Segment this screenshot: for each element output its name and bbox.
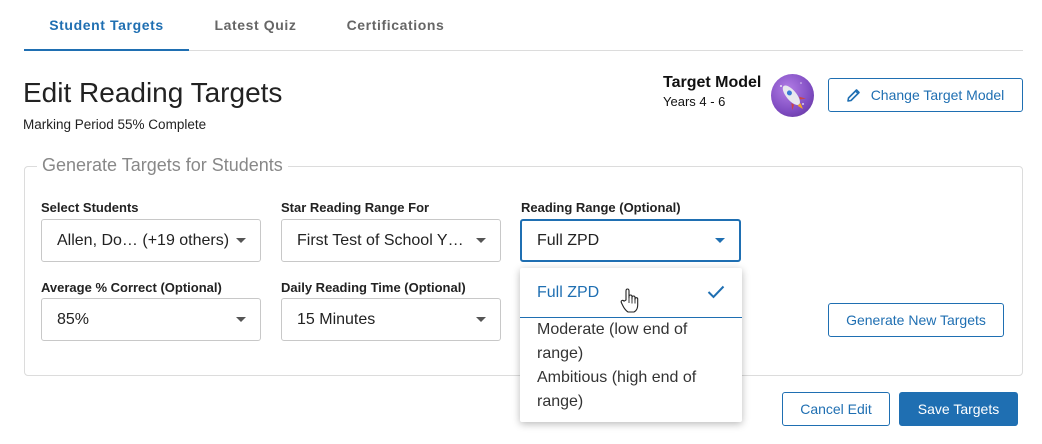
select-students-label: Select Students (41, 200, 139, 215)
reading-range-option-moderate[interactable]: Moderate (low end of range) (520, 318, 742, 366)
star-reading-range-label: Star Reading Range For (281, 200, 430, 215)
average-correct-value: 85% (57, 311, 90, 328)
daily-reading-time-dropdown[interactable]: 15 Minutes (281, 298, 501, 341)
average-correct-label: Average % Correct (Optional) (41, 280, 222, 295)
marking-period-status: Marking Period 55% Complete (23, 117, 207, 132)
tab-bar: Student Targets Latest Quiz Certificatio… (24, 0, 1023, 51)
chevron-down-icon (236, 317, 246, 322)
page-title: Edit Reading Targets (23, 77, 283, 108)
daily-reading-time-label: Daily Reading Time (Optional) (281, 280, 466, 295)
chevron-down-icon (476, 317, 486, 322)
star-reading-range-value: First Test of School Y… (297, 232, 464, 249)
select-students-dropdown[interactable]: Allen, Do… (+19 others) (41, 219, 261, 262)
chevron-down-icon (715, 238, 725, 243)
option-label: Ambitious (high end of range) (537, 369, 697, 410)
chevron-down-icon (476, 238, 486, 243)
pencil-icon (846, 89, 860, 102)
option-label: Full ZPD (537, 284, 600, 301)
target-model-years: Years 4 - 6 (663, 94, 726, 109)
option-label: Moderate (low end of range) (537, 321, 688, 362)
select-students-value: Allen, Do… (+19 others) (57, 232, 230, 249)
reading-range-option-ambitious[interactable]: Ambitious (high end of range) (520, 366, 742, 414)
daily-reading-time-value: 15 Minutes (297, 311, 376, 328)
average-correct-dropdown[interactable]: 85% (41, 298, 261, 341)
tab-student-targets[interactable]: Student Targets (24, 0, 189, 51)
change-target-model-button[interactable]: Change Target Model (828, 78, 1023, 112)
generate-targets-legend: Generate Targets for Students (37, 155, 288, 176)
reading-range-label: Reading Range (Optional) (521, 200, 681, 215)
rocket-icon (771, 74, 814, 117)
reading-range-dropdown[interactable]: Full ZPD (520, 219, 741, 262)
star-reading-range-dropdown[interactable]: First Test of School Y… (281, 219, 501, 262)
check-icon (707, 285, 725, 299)
tab-latest-quiz[interactable]: Latest Quiz (189, 0, 322, 51)
target-model-title: Target Model (663, 74, 762, 91)
cancel-edit-button[interactable]: Cancel Edit (782, 392, 890, 426)
chevron-down-icon (236, 238, 246, 243)
hand-cursor-icon (620, 288, 639, 313)
generate-new-targets-button[interactable]: Generate New Targets (828, 303, 1004, 337)
reading-range-value: Full ZPD (537, 232, 600, 249)
change-target-model-label: Change Target Model (870, 87, 1005, 103)
save-targets-button[interactable]: Save Targets (899, 392, 1018, 426)
tab-certifications[interactable]: Certifications (322, 0, 469, 51)
